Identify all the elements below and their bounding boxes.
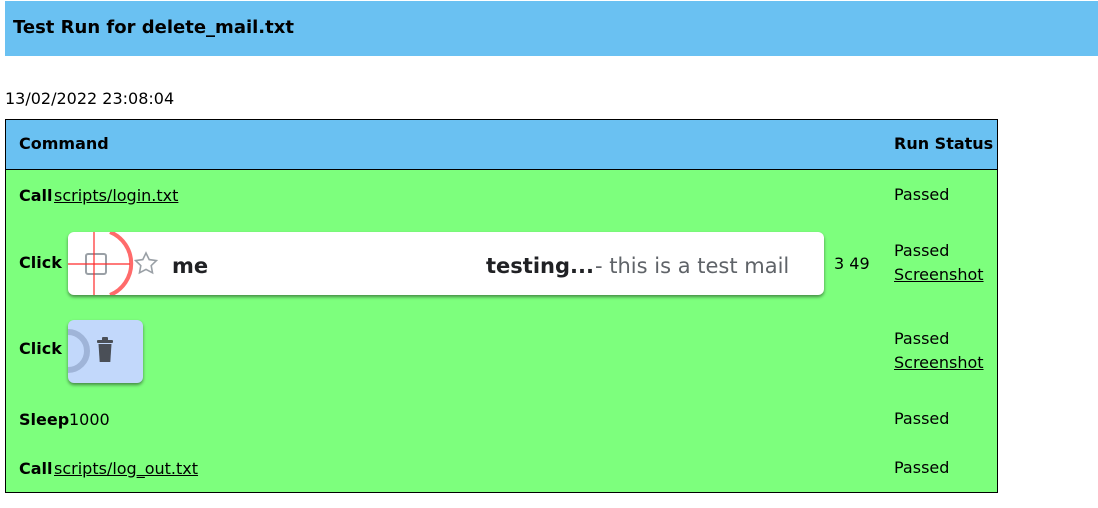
trash-icon <box>97 337 113 362</box>
table-header: Command Run Status <box>6 120 997 170</box>
status-text: Passed <box>894 409 950 428</box>
click-target-thumbnail <box>68 320 143 383</box>
status-text: Passed <box>894 241 950 260</box>
command-keyword: Sleep <box>19 410 70 429</box>
command-keyword: Call <box>19 459 53 478</box>
click-circle-icon <box>68 329 90 373</box>
screenshot-link[interactable]: Screenshot <box>894 351 984 375</box>
email-subject: testing... <box>486 254 594 278</box>
script-link-login[interactable]: scripts/login.txt <box>54 186 178 205</box>
status-cell: Passed Screenshot <box>894 239 984 287</box>
status-text: Passed <box>894 185 950 204</box>
command-keyword: Click <box>19 253 62 272</box>
status-text: Passed <box>894 329 950 348</box>
page-title: Test Run for delete_mail.txt <box>13 17 294 38</box>
script-link-log-out[interactable]: scripts/log_out.txt <box>54 459 198 478</box>
star-icon <box>133 251 159 275</box>
sleep-duration: 1000 <box>69 410 110 429</box>
command-keyword: Call <box>19 186 53 205</box>
title-bar: Test Run for delete_mail.txt <box>5 1 1098 56</box>
column-header-run-status: Run Status <box>894 134 994 153</box>
command-keyword: Click <box>19 339 62 358</box>
click-coordinates: 3 49 <box>834 254 870 273</box>
column-header-command: Command <box>19 134 109 153</box>
screenshot-link[interactable]: Screenshot <box>894 263 984 287</box>
run-timestamp: 13/02/2022 23:08:04 <box>5 89 175 108</box>
results-table: Command Run Status Call scripts/login.tx… <box>5 119 998 493</box>
status-cell: Passed Screenshot <box>894 327 984 375</box>
click-target-thumbnail: me testing... - this is a test mail <box>68 232 824 295</box>
thumbnail-graphic <box>68 329 113 373</box>
status-text: Passed <box>894 458 950 477</box>
email-snippet: - this is a test mail <box>595 254 790 278</box>
click-marker-overlay <box>68 232 159 295</box>
